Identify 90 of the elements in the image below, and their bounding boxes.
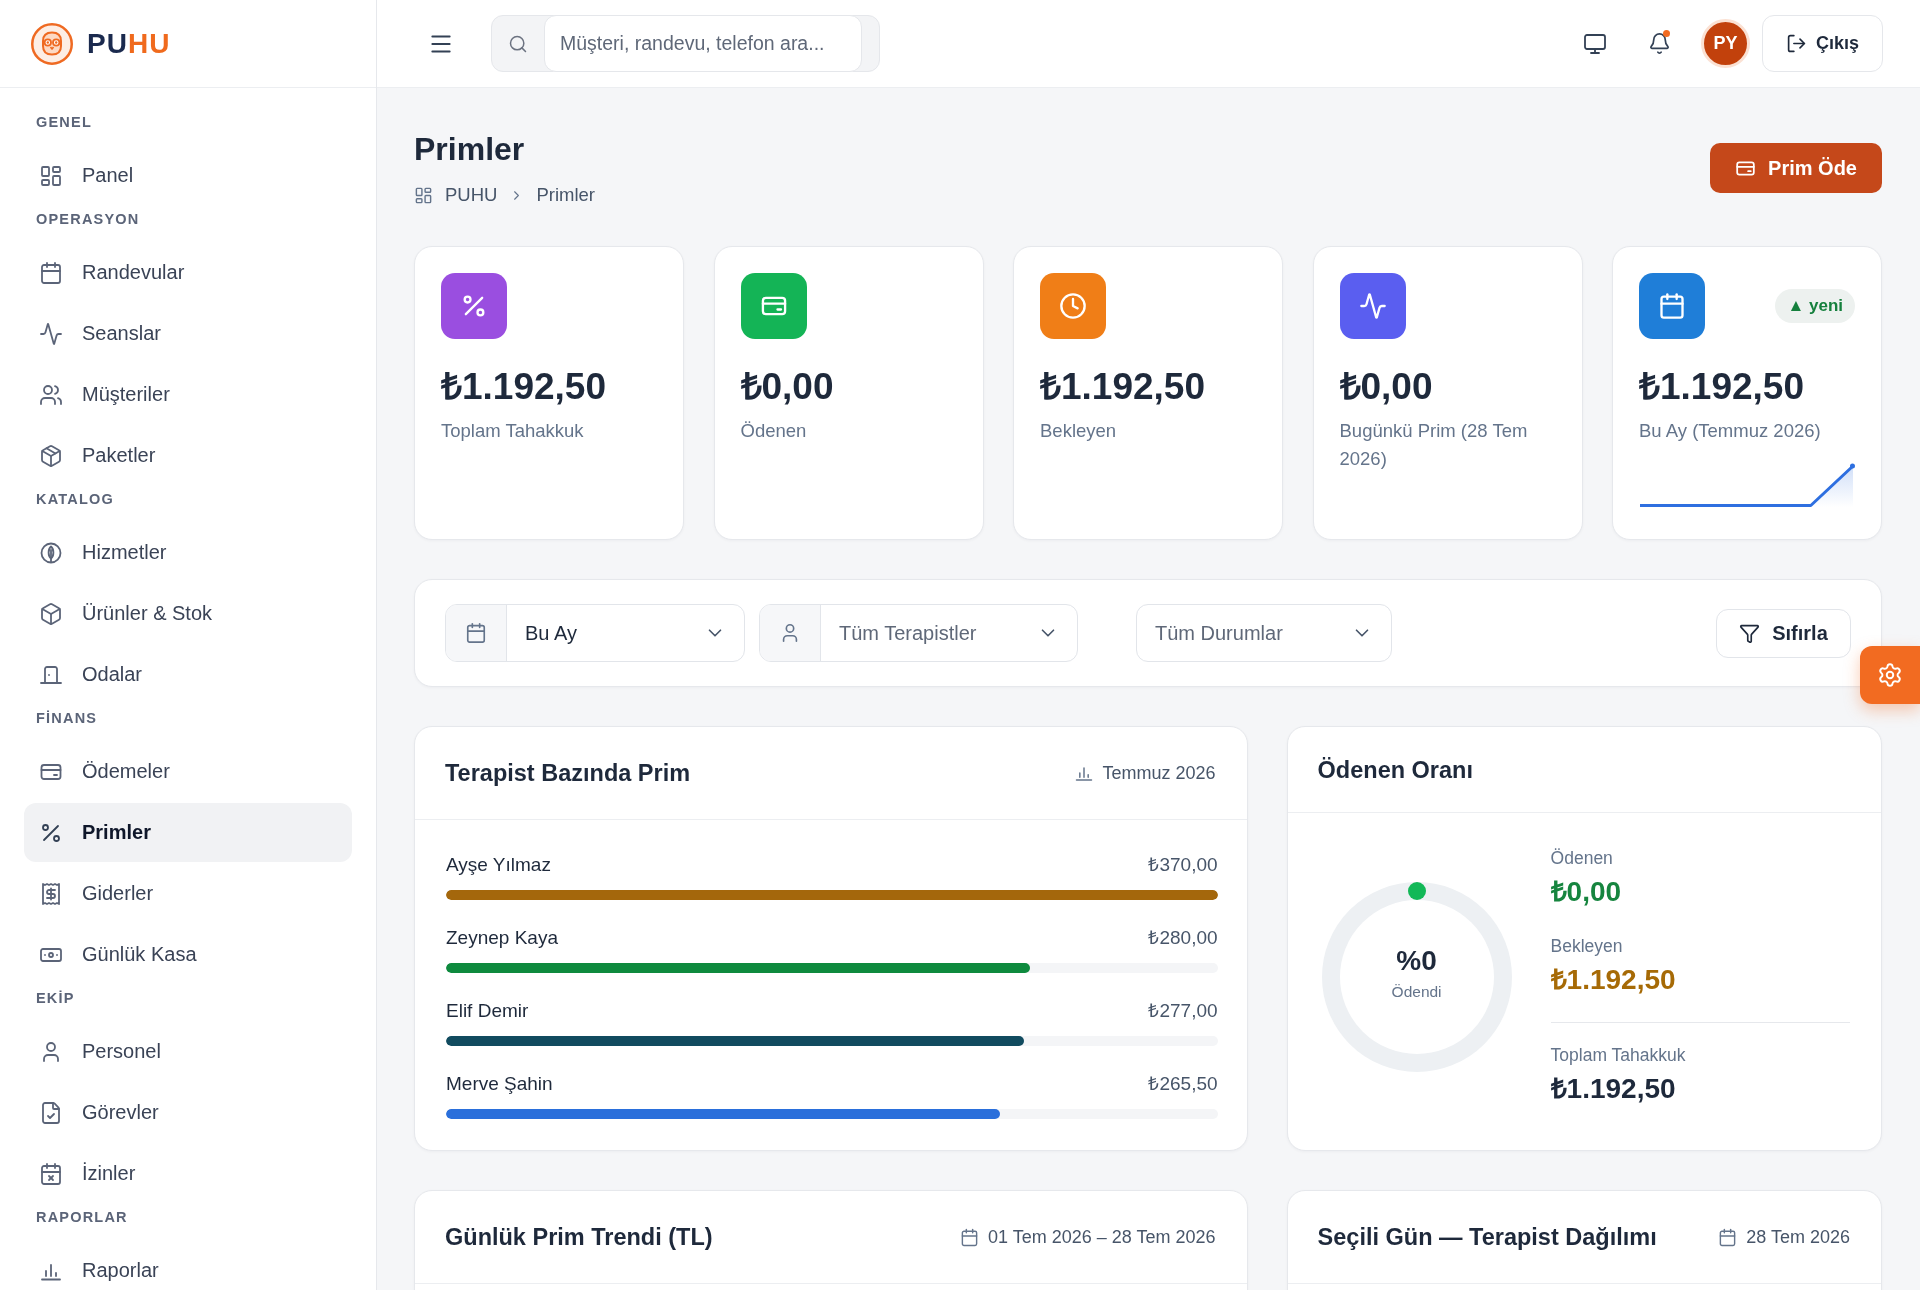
sidebar-item[interactable]: Ödemeler bbox=[24, 742, 352, 801]
stat-value: ₺1.192,50 bbox=[1639, 365, 1805, 409]
sidebar-item[interactable]: Müşteriler bbox=[24, 365, 352, 424]
figure-label: Bekleyen bbox=[1550, 935, 1623, 958]
figure-label: Toplam Tahakkuk bbox=[1550, 1044, 1686, 1067]
stat-label: Toplam Tahakkuk bbox=[441, 419, 584, 443]
file-check-icon bbox=[39, 1100, 63, 1125]
cube-icon bbox=[39, 601, 63, 626]
sidebar-item[interactable]: Primler bbox=[24, 803, 352, 862]
percent-value: %0 bbox=[1396, 943, 1437, 978]
dashboard-icon bbox=[414, 185, 433, 205]
sidebar-item[interactable]: Randevular bbox=[24, 243, 352, 302]
figure-value: ₺1.192,50 bbox=[1550, 963, 1676, 997]
bonus-amount: ₺370,00 bbox=[1148, 853, 1218, 877]
breadcrumb-link[interactable]: PUHU bbox=[445, 183, 498, 207]
sidebar-item[interactable]: Odalar bbox=[24, 645, 352, 704]
owl-logo bbox=[31, 22, 73, 65]
dashboard-icon bbox=[39, 163, 63, 188]
filter-icon bbox=[1739, 622, 1761, 644]
search-icon bbox=[508, 33, 528, 54]
calendar-icon bbox=[1718, 1227, 1738, 1247]
stat-label: Bugünkü Prim (28 Tem 2026) bbox=[1339, 419, 1529, 471]
period-label: 01 Tem 2026 – 28 Tem 2026 bbox=[988, 1226, 1216, 1249]
stat-label: Bu Ay (Temmuz 2026) bbox=[1639, 419, 1821, 443]
stat-value: ₺0,00 bbox=[740, 365, 834, 409]
calendar-icon bbox=[39, 260, 63, 285]
sidebar-item[interactable]: Paketler bbox=[24, 426, 352, 485]
logout-icon bbox=[1786, 33, 1807, 54]
section-heading: EKİP bbox=[35, 989, 76, 1008]
stat-label: Ödenen bbox=[740, 419, 807, 443]
bell-icon bbox=[1647, 32, 1671, 55]
therapist-name: Elif Demir bbox=[446, 999, 529, 1023]
user-avatar[interactable]: PY bbox=[1701, 19, 1750, 68]
stat-value: ₺0,00 bbox=[1339, 365, 1433, 409]
period-label: Temmuz 2026 bbox=[1102, 762, 1216, 785]
settings-button[interactable] bbox=[1860, 646, 1920, 704]
therapist-name: Ayşe Yılmaz bbox=[446, 853, 551, 877]
monitor-icon bbox=[1583, 31, 1607, 56]
sidebar-item[interactable]: Personel bbox=[24, 1022, 352, 1081]
stat-value: ₺1.192,50 bbox=[1040, 365, 1206, 409]
section-heading: GENEL bbox=[35, 113, 93, 132]
period-dropdown[interactable]: Bu Ay bbox=[445, 604, 745, 662]
sidebar-item[interactable]: Raporlar bbox=[24, 1241, 352, 1290]
calendar-icon bbox=[960, 1227, 980, 1247]
page-title: Primler bbox=[414, 130, 525, 169]
therapist-name: Zeynep Kaya bbox=[446, 926, 558, 950]
search-field[interactable]: Müşteri, randevu, telefon ara... bbox=[544, 15, 862, 72]
therapist-name: Merve Şahin bbox=[446, 1072, 553, 1096]
calendar-x-icon bbox=[39, 1161, 63, 1186]
brand-name: PUHU bbox=[87, 26, 171, 61]
bonus-amount: ₺280,00 bbox=[1148, 926, 1218, 950]
figure-value: ₺1.192,50 bbox=[1550, 1072, 1676, 1106]
bonus-amount: ₺277,00 bbox=[1148, 999, 1218, 1023]
panel-title: Ödenen Oranı bbox=[1317, 755, 1473, 785]
therapist-dropdown[interactable]: Tüm Terapistler bbox=[759, 604, 1078, 662]
pulse-icon bbox=[39, 321, 63, 346]
sidebar-item[interactable]: Hizmetler bbox=[24, 523, 352, 582]
section-heading: RAPORLAR bbox=[35, 1208, 129, 1227]
sidebar-item[interactable]: Seanslar bbox=[24, 304, 352, 363]
panel-title: Terapist Bazında Prim bbox=[445, 759, 691, 788]
section-heading: FİNANS bbox=[35, 709, 99, 728]
panel-title: Günlük Prim Trendi (TL) bbox=[445, 1223, 713, 1252]
stat-label: Bekleyen bbox=[1040, 419, 1117, 443]
sidebar-item[interactable]: Ürünler & Stok bbox=[24, 584, 352, 643]
panel-title: Seçili Gün — Terapist Dağılımı bbox=[1317, 1223, 1657, 1252]
logout-button[interactable]: Çıkış bbox=[1762, 15, 1883, 72]
reset-button[interactable]: Sıfırla bbox=[1716, 608, 1851, 658]
section-heading: OPERASYON bbox=[35, 210, 141, 229]
new-badge: ▲ yeni bbox=[1775, 289, 1855, 323]
calendar-icon bbox=[465, 622, 487, 644]
sidebar-item[interactable]: İzinler bbox=[24, 1144, 352, 1203]
cube-icon bbox=[39, 443, 63, 468]
figure-value: ₺0,00 bbox=[1550, 875, 1622, 909]
ring-caption: Ödendi bbox=[1391, 981, 1442, 1002]
sidebar-item[interactable]: Görevler bbox=[24, 1083, 352, 1142]
bonus-amount: ₺265,50 bbox=[1148, 1072, 1218, 1096]
sidebar-item[interactable]: Günlük Kasa bbox=[24, 925, 352, 984]
status-dropdown[interactable]: Tüm Durumlar bbox=[1136, 604, 1392, 662]
sidebar-item[interactable]: Panel bbox=[24, 146, 352, 205]
settings-icon bbox=[1877, 662, 1903, 688]
pay-bonus-button[interactable]: Prim Öde bbox=[1710, 143, 1882, 193]
stat-value: ₺1.192,50 bbox=[441, 365, 607, 409]
sidebar-item[interactable]: Giderler bbox=[24, 864, 352, 923]
section-heading: KATALOG bbox=[35, 490, 115, 509]
users-icon bbox=[39, 382, 63, 407]
figure-label: Ödenen bbox=[1550, 847, 1613, 870]
period-label: 28 Tem 2026 bbox=[1746, 1226, 1850, 1249]
receipt-icon bbox=[39, 881, 63, 906]
breadcrumb-current: Primler bbox=[536, 183, 595, 207]
leaf-icon bbox=[39, 540, 63, 565]
